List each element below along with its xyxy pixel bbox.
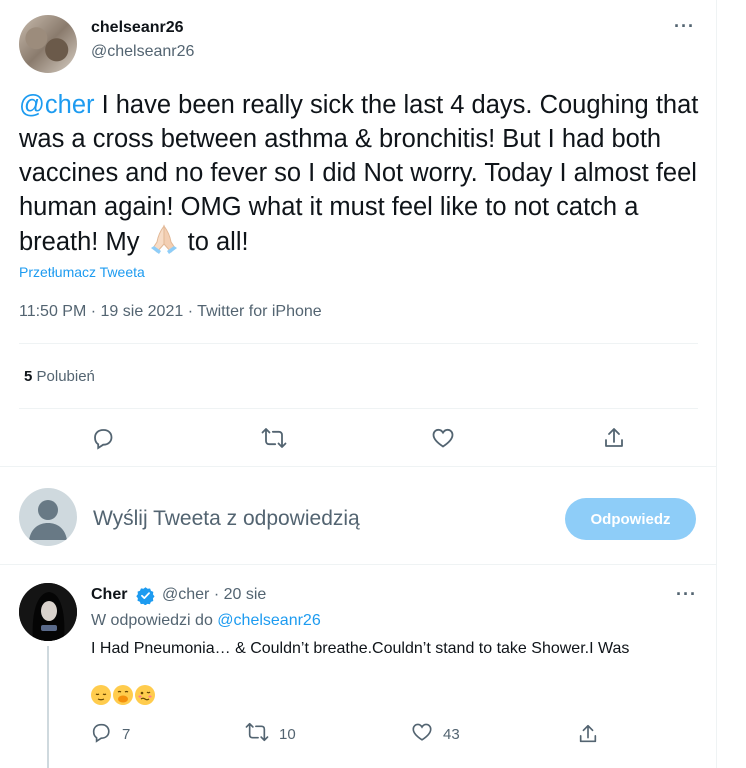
- tweet-actions: [0, 418, 716, 458]
- replying-to-link[interactable]: @chelseanr26: [217, 612, 320, 629]
- share-icon[interactable]: [594, 418, 634, 458]
- like-icon[interactable]: [411, 721, 433, 747]
- woozy-face-emoji: [135, 685, 155, 705]
- retweet-icon[interactable]: [254, 418, 294, 458]
- translate-link[interactable]: Przetłumacz Tweeta: [19, 264, 145, 280]
- reply-emojis: [91, 685, 155, 705]
- reply-meta[interactable]: @cher · 20 sie: [162, 586, 266, 604]
- thread-line: [47, 646, 49, 768]
- like-count: 43: [443, 725, 460, 743]
- author-handle[interactable]: @chelseanr26: [91, 43, 194, 61]
- divider: [0, 466, 716, 467]
- author-avatar[interactable]: [19, 15, 77, 73]
- retweet-icon[interactable]: [245, 721, 269, 747]
- tweet-body-end: to all!: [180, 228, 249, 256]
- more-icon[interactable]: ···: [674, 16, 695, 37]
- replying-to: W odpowiedzi do @chelseanr26: [91, 612, 321, 630]
- likes-stat[interactable]: 5 Polubień: [24, 368, 95, 385]
- reply-action[interactable]: 7: [90, 720, 130, 748]
- reply-button[interactable]: Odpowiedz: [565, 498, 696, 540]
- tweet-timestamp[interactable]: 11:50 PM · 19 sie 2021 · Twitter for iPh…: [19, 303, 322, 321]
- hand-over-mouth-emoji: [113, 685, 133, 705]
- author-name[interactable]: chelseanr26: [91, 19, 184, 37]
- reply-icon[interactable]: [90, 721, 112, 747]
- divider: [0, 564, 716, 565]
- tweet-detail-panel: chelseanr26 @chelseanr26 ··· @cher I hav…: [0, 0, 717, 768]
- reply-text: I Had Pneumonia… & Couldn’t breathe.Coul…: [91, 640, 630, 657]
- retweet-action[interactable]: 10: [245, 720, 296, 748]
- reply-actions: 7 10 43: [88, 720, 698, 748]
- tweet-body: I have been really sick the last 4 days.…: [19, 91, 699, 256]
- reply-author-avatar[interactable]: [19, 583, 77, 641]
- relieved-face-emoji: [91, 685, 111, 705]
- divider: [19, 343, 698, 344]
- reply-count: 7: [122, 725, 131, 743]
- user-avatar[interactable]: [19, 488, 77, 546]
- reply-input[interactable]: [93, 503, 533, 535]
- replying-prefix: W odpowiedzi do: [91, 612, 218, 629]
- verified-icon: [136, 586, 155, 606]
- reply-icon[interactable]: [83, 418, 123, 458]
- reply-author-name[interactable]: Cher: [91, 586, 127, 604]
- more-icon[interactable]: ···: [676, 584, 697, 605]
- retweet-count: 10: [279, 725, 296, 743]
- share-icon[interactable]: [577, 720, 599, 748]
- likes-count: 5: [24, 368, 33, 385]
- folded-hands-emoji: [147, 224, 181, 263]
- mention-link[interactable]: @cher: [19, 91, 95, 119]
- tweet-text: @cher I have been really sick the last 4…: [19, 88, 709, 263]
- divider: [19, 408, 698, 409]
- like-icon[interactable]: [423, 418, 463, 458]
- like-action[interactable]: 43: [411, 720, 460, 748]
- likes-label: Polubień: [36, 368, 95, 385]
